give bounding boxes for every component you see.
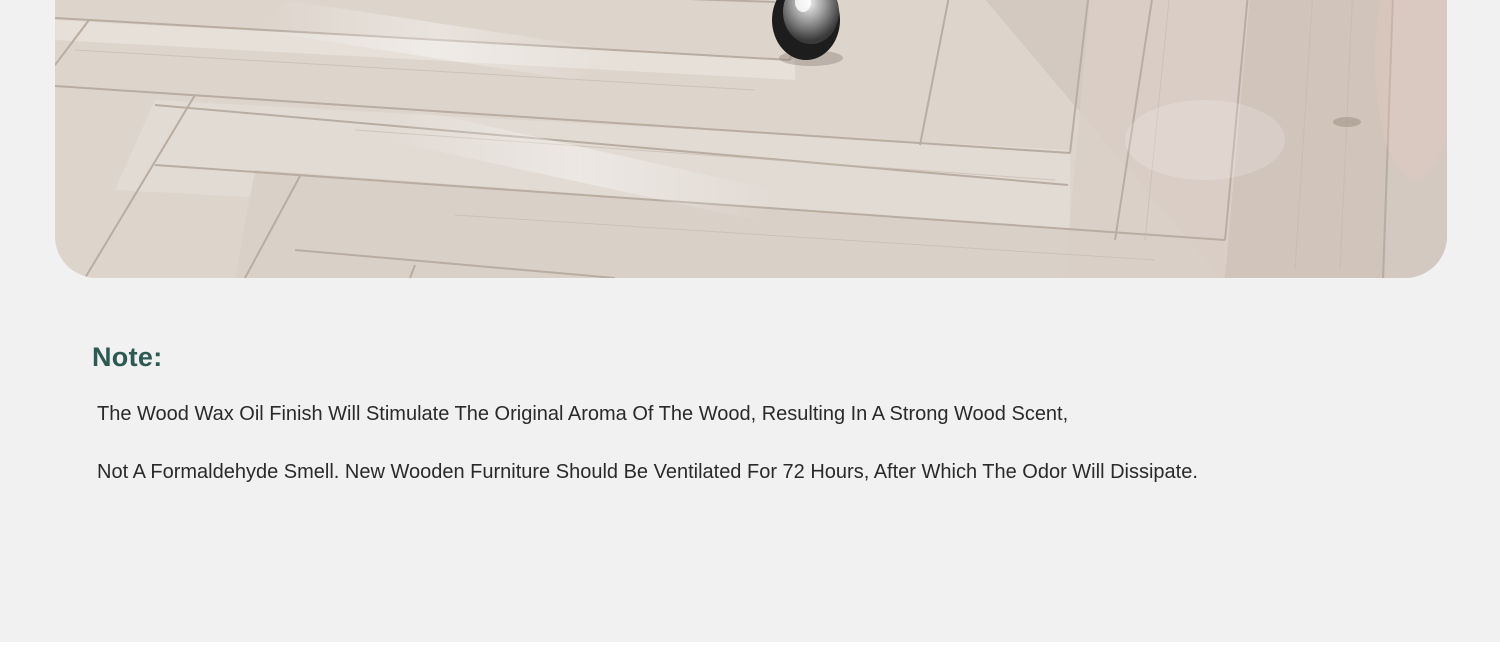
note-heading: Note: [92,342,163,372]
floor-caster-photo [55,0,1447,278]
note-text-line-2: Not A Formaldehyde Smell. New Wooden Fur… [97,461,1198,483]
product-detail-section: Note: The Wood Wax Oil Finish Will Stimu… [0,0,1500,642]
herringbone-floor-image [55,0,1447,278]
caster-wheel-icon [772,0,843,66]
note-text-line-1: The Wood Wax Oil Finish Will Stimulate T… [97,403,1069,425]
